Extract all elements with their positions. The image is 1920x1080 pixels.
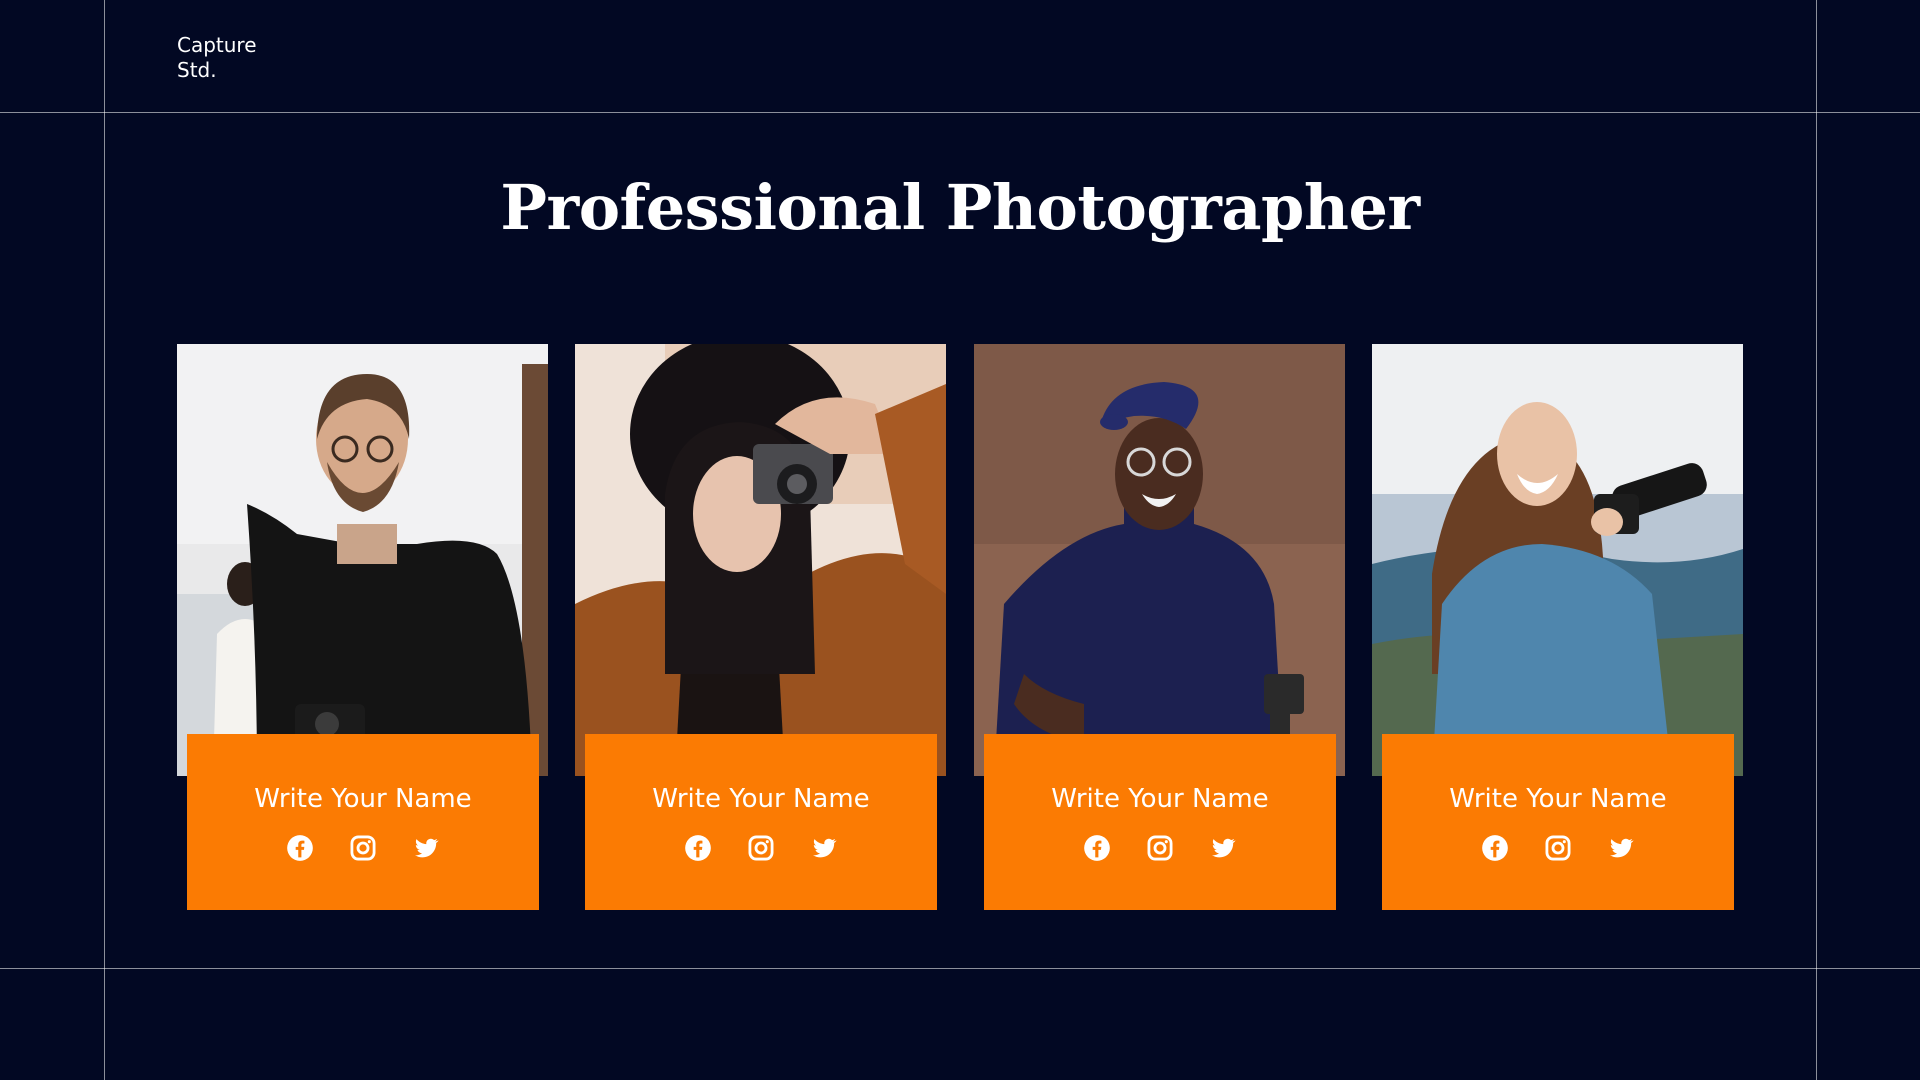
social-links [187, 834, 539, 866]
photographer-photo [575, 344, 946, 776]
brand-logo[interactable]: Capture Std. [177, 33, 287, 83]
team-card: Write Your Name [177, 344, 548, 910]
photographer-name[interactable]: Write Your Name [984, 782, 1336, 816]
facebook-icon[interactable] [1481, 834, 1509, 862]
twitter-icon[interactable] [1209, 834, 1237, 862]
name-panel: Write Your Name [1382, 734, 1734, 910]
right-divider-line [1816, 0, 1817, 1080]
facebook-icon[interactable] [286, 834, 314, 862]
bottom-divider-line [0, 968, 1920, 969]
team-card: Write Your Name [974, 344, 1345, 910]
photographer-name[interactable]: Write Your Name [187, 782, 539, 816]
facebook-icon[interactable] [684, 834, 712, 862]
twitter-icon[interactable] [810, 834, 838, 862]
social-links [1382, 834, 1734, 866]
team-card: Write Your Name [1372, 344, 1743, 910]
name-panel: Write Your Name [984, 734, 1336, 910]
instagram-icon[interactable] [1544, 834, 1572, 862]
photographer-photo [974, 344, 1345, 776]
photographer-name[interactable]: Write Your Name [1382, 782, 1734, 816]
twitter-icon[interactable] [1607, 834, 1635, 862]
team-card: Write Your Name [575, 344, 946, 910]
photographer-photo [1372, 344, 1743, 776]
name-panel: Write Your Name [585, 734, 937, 910]
photographer-name[interactable]: Write Your Name [585, 782, 937, 816]
instagram-icon[interactable] [349, 834, 377, 862]
page-title: Professional Photographer [500, 171, 1420, 244]
photographer-photo [177, 344, 548, 776]
social-links [585, 834, 937, 866]
facebook-icon[interactable] [1083, 834, 1111, 862]
left-divider-line [104, 0, 105, 1080]
social-links [984, 834, 1336, 866]
instagram-icon[interactable] [1146, 834, 1174, 862]
brand-line-2: Std. [177, 58, 217, 82]
brand-line-1: Capture [177, 33, 257, 57]
instagram-icon[interactable] [747, 834, 775, 862]
top-divider-line [0, 112, 1920, 113]
twitter-icon[interactable] [412, 834, 440, 862]
name-panel: Write Your Name [187, 734, 539, 910]
